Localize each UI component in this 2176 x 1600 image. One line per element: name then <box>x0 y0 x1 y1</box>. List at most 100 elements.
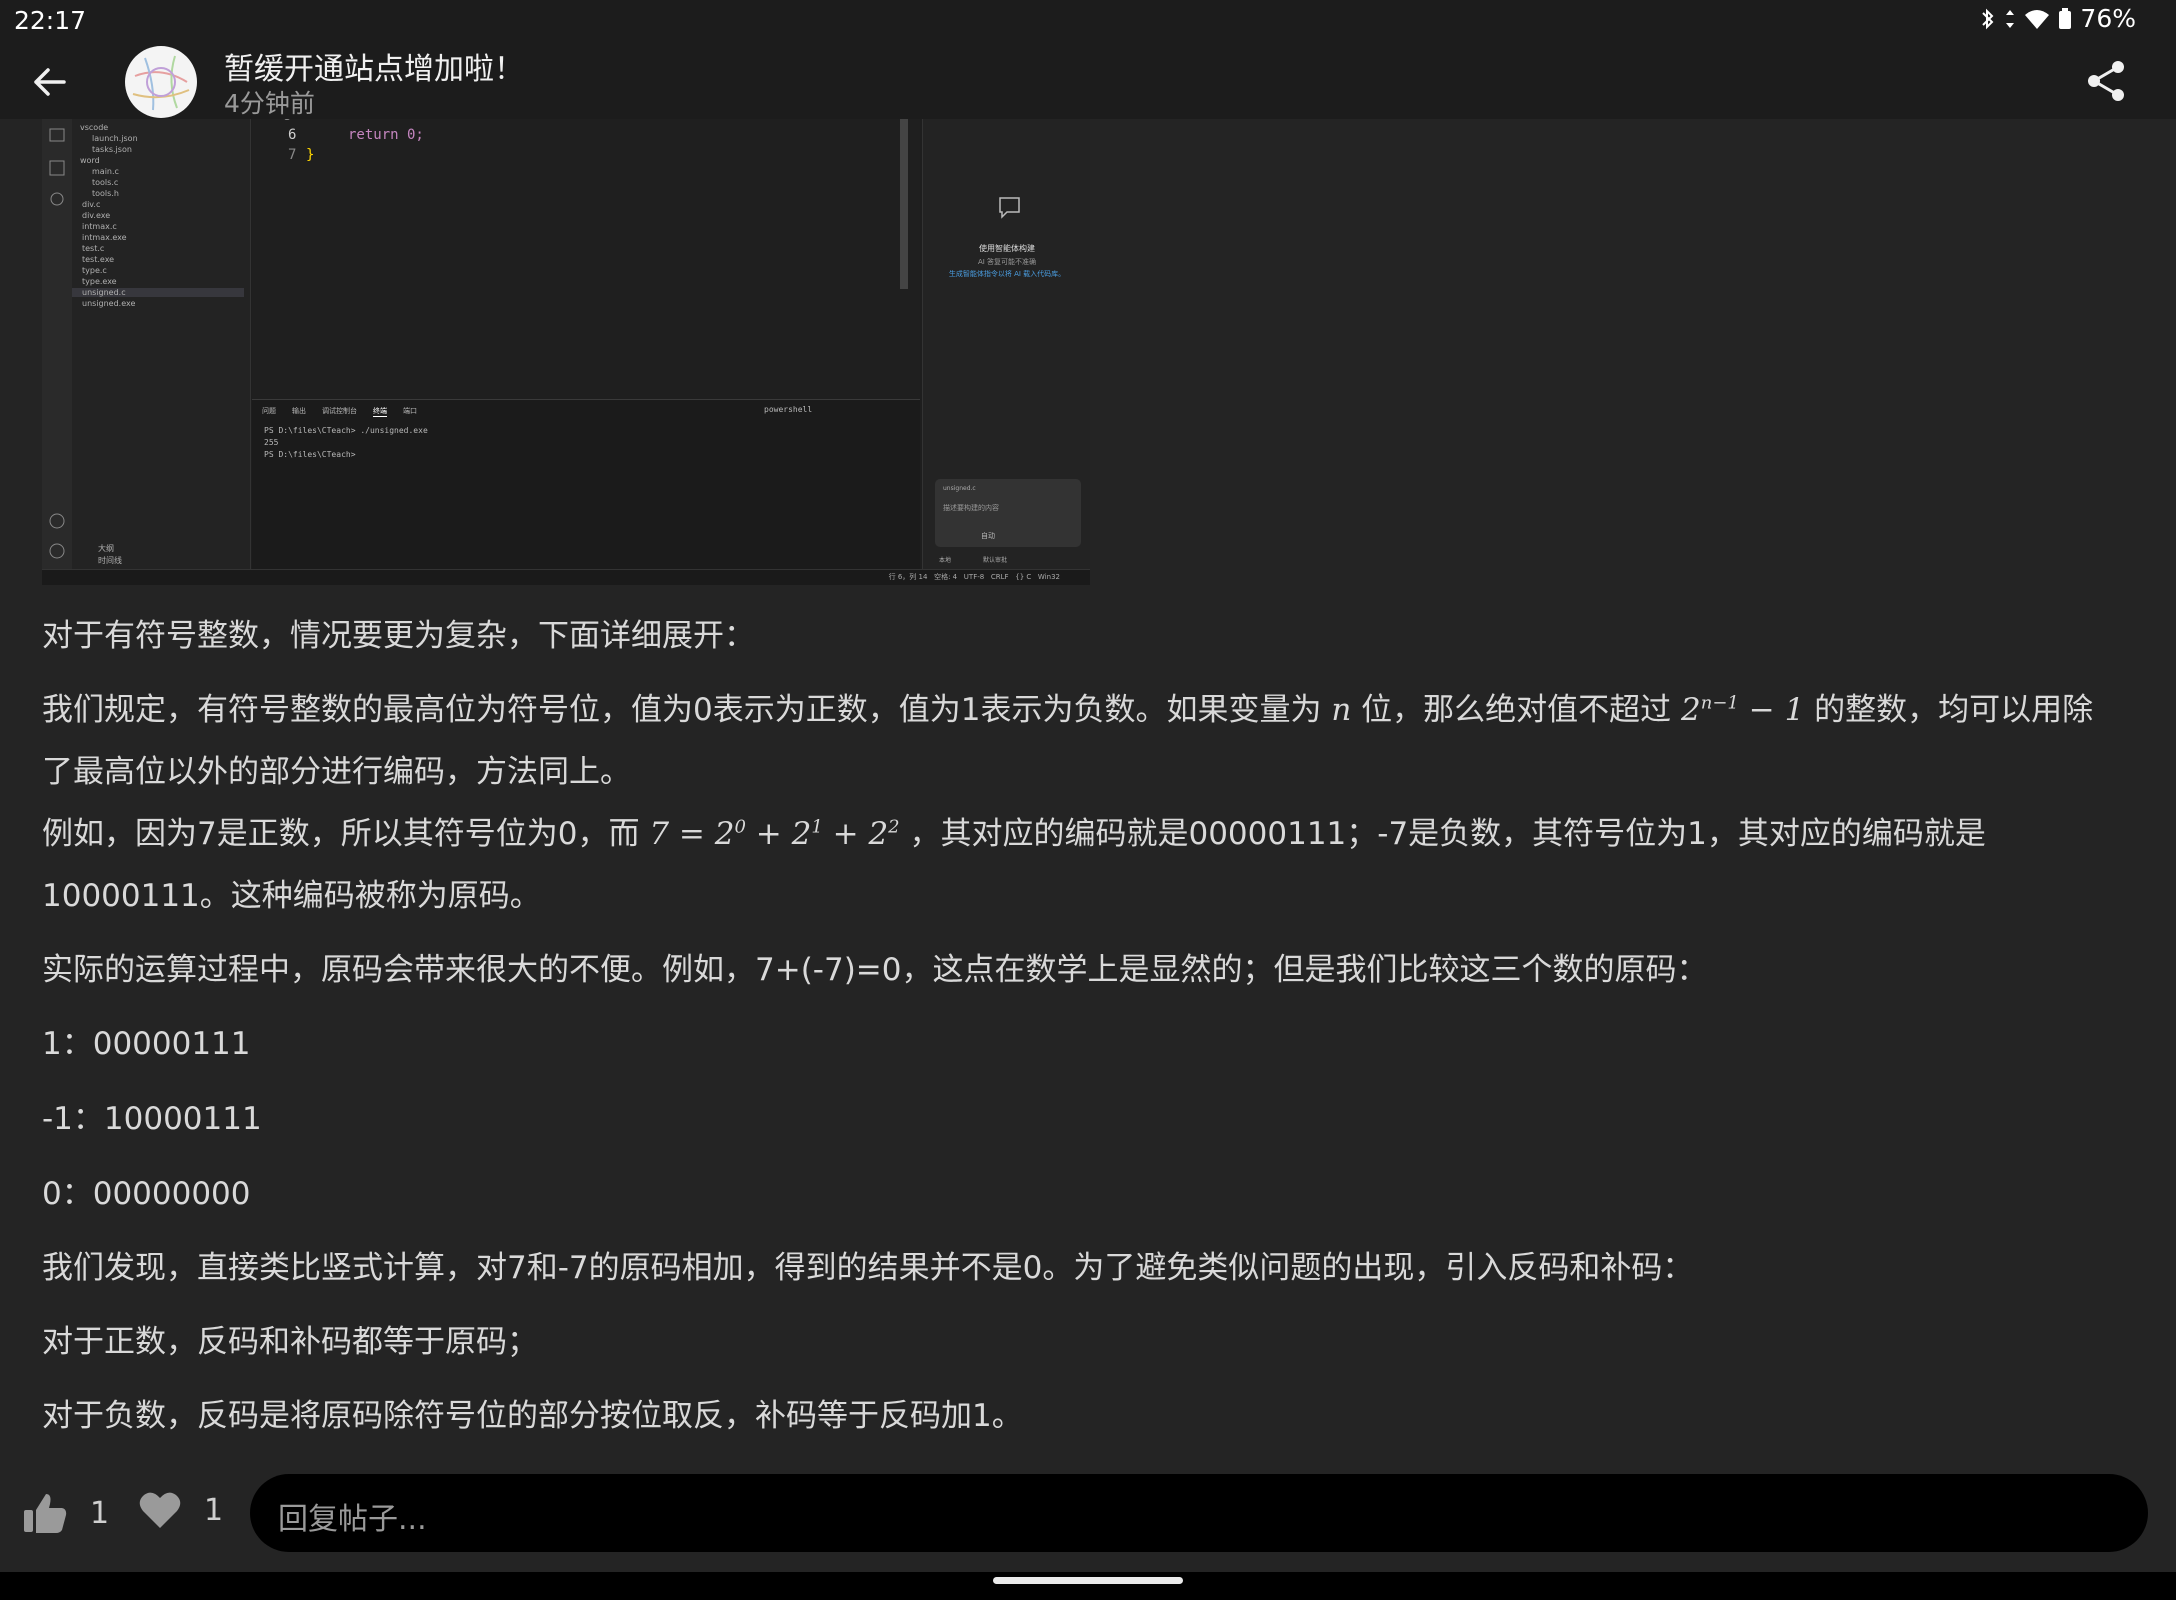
home-gesture-pill[interactable] <box>993 1577 1183 1584</box>
chat-mode[interactable]: 自动 <box>981 531 995 541</box>
chat-input-box[interactable]: unsigned.c 描述要构建的内容 自动 <box>935 479 1081 547</box>
explorer-file[interactable]: vscode <box>80 123 108 132</box>
math-exp: n−1 <box>1700 692 1739 714</box>
system-nav-bar <box>0 1572 2176 1600</box>
paragraph: 10000111。这种编码被称为原码。 <box>42 878 541 914</box>
like-count: 1 <box>90 1495 110 1531</box>
chat-pane: 使用智能体构建 AI 答复可能不准确 生成智能体指令以将 AI 载入代码库。 u… <box>922 119 1090 569</box>
activity-icons <box>49 128 65 559</box>
code-line-clipped: 5 <box>284 119 291 123</box>
explorer-file[interactable]: unsigned.exe <box>82 299 135 308</box>
paragraph: 例如，因为7是正数，所以其符号位为0，而 7 = 20 + 21 + 22 ，其… <box>42 808 1986 853</box>
explorer-file[interactable]: intmax.exe <box>82 233 127 242</box>
editor-status-line: 行 6，列 14 空格: 4 UTF-8 CRLF {} C Win32 <box>42 569 1090 585</box>
explorer-file[interactable]: unsigned.c <box>72 288 244 297</box>
terminal-shell[interactable]: powershell <box>764 405 812 414</box>
explorer-file[interactable]: intmax.c <box>82 222 117 231</box>
line-number: 6 <box>288 127 297 143</box>
share-button[interactable] <box>2084 58 2130 104</box>
math-expr: 2n−1 − 1 <box>1681 692 1804 728</box>
math-part: 7 = 2 <box>649 816 735 852</box>
reply-placeholder: 回复帖子... <box>278 1502 427 1537</box>
math-base: 2 <box>1681 692 1701 728</box>
reply-input[interactable]: 回复帖子... <box>250 1474 2148 1552</box>
explorer-file[interactable]: test.c <box>82 244 104 253</box>
favorite-count: 1 <box>204 1492 224 1528</box>
terminal-line: PS D:\files\CTeach> ./unsigned.exe <box>264 426 428 435</box>
editor-scrollbar[interactable] <box>900 119 908 289</box>
chat-title: 使用智能体构建 <box>979 244 1035 253</box>
terminal-tab[interactable]: 调试控制台 <box>322 406 357 417</box>
terminal-tab[interactable]: 端口 <box>403 406 417 417</box>
activity-bar <box>42 119 72 585</box>
text: ，其对应的编码就是00000111；-7是负数，其符号位为1，其对应的编码就是 <box>909 816 1986 852</box>
paragraph: 了最高位以外的部分进行编码，方法同上。 <box>42 754 631 790</box>
math-exp: 1 <box>811 816 823 838</box>
bluetooth-icon <box>1982 8 1994 29</box>
terminal-tabs: 问题 输出 调试控制台 终端 端口 <box>262 406 417 417</box>
text: 我们规定，有符号整数的最高位为符号位，值为0表示为正数，值为1表示为负数。如果变… <box>42 692 1322 728</box>
chat-option-local[interactable]: 本地 <box>939 555 951 564</box>
explorer-file[interactable]: main.c <box>92 167 119 176</box>
paragraph: 对于正数，反码和补码都等于原码； <box>42 1324 538 1360</box>
bottom-bar: 1 1 回复帖子... <box>0 1460 2176 1572</box>
avatar[interactable] <box>125 46 197 118</box>
math-tail: − 1 <box>1748 692 1805 728</box>
timeline-section: 时间线 <box>98 556 122 565</box>
explorer-file[interactable]: word <box>80 156 100 165</box>
explorer-file[interactable]: tools.h <box>92 189 119 198</box>
math-exp: 2 <box>888 816 900 838</box>
heart-icon <box>139 1492 181 1528</box>
share-icon <box>2088 61 2124 101</box>
explorer-file[interactable]: test.exe <box>82 255 114 264</box>
code-line-1: 1：00000111 <box>42 1026 251 1062</box>
like-button[interactable]: 1 <box>22 1490 109 1536</box>
app-bar: 暂缓开通站点增加啦！ 4分钟前 <box>0 44 2176 119</box>
explorer-file[interactable]: div.c <box>82 200 100 209</box>
outline-section: 大纲 <box>98 544 114 553</box>
math-exp: 0 <box>734 816 746 838</box>
wifi-icon <box>2025 9 2050 29</box>
battery-icon <box>2059 7 2072 29</box>
text: 位，那么绝对值不超过 <box>1361 692 1672 728</box>
text: 的整数，均可以用除 <box>1814 692 2094 728</box>
status-time: 22:17 <box>14 6 87 35</box>
paragraph: 对于负数，反码是将原码除符号位的部分按位取反，补码等于反码加1。 <box>42 1398 1023 1434</box>
chat-sub: AI 答复可能不准确 <box>977 258 1037 266</box>
chat-sparkle-icon <box>999 197 1020 219</box>
terminal-tab[interactable]: 输出 <box>292 406 306 417</box>
paragraph: 我们规定，有符号整数的最高位为符号位，值为0表示为正数，值为1表示为负数。如果变… <box>42 684 2093 729</box>
chat-link[interactable]: 生成智能体指令以将 AI 载入代码库。 <box>923 269 1090 279</box>
explorer-file[interactable]: tools.c <box>92 178 118 187</box>
post-title: 暂缓开通站点增加啦！ <box>224 52 524 87</box>
battery-level: 76% <box>2080 4 2136 33</box>
explorer-file[interactable]: launch.json <box>92 134 138 143</box>
explorer-file[interactable]: type.exe <box>82 277 117 286</box>
terminal-tab[interactable]: 终端 <box>373 406 387 417</box>
data-arrows-icon <box>2006 9 2015 28</box>
line-number: 7 <box>288 147 297 163</box>
text: 例如，因为7是正数，所以其符号位为0，而 <box>42 816 640 852</box>
arrow-back-icon <box>34 68 66 96</box>
math-var: n <box>1331 692 1352 728</box>
chat-file-chip[interactable]: unsigned.c <box>943 485 976 492</box>
paragraph: 对于有符号整数，情况要更为复杂，下面详细展开： <box>42 618 755 654</box>
metro-map-icon <box>132 55 190 111</box>
explorer-file[interactable]: tasks.json <box>92 145 132 154</box>
code-line-0: 0：00000000 <box>42 1176 251 1212</box>
thumbs-up-icon <box>24 1494 67 1533</box>
paragraph: 实际的运算过程中，原码会带来很大的不便。例如，7+(-7)=0，这点在数学上是显… <box>42 952 1708 988</box>
code-line-minus1: -1：10000111 <box>42 1101 262 1137</box>
back-button[interactable] <box>22 60 76 104</box>
chat-option-approval[interactable]: 默认审批 <box>983 555 1007 564</box>
code-editor: 5 6 return 0; 7 } <box>252 119 920 399</box>
terminal-line: 255 <box>264 438 279 447</box>
math-expr: 7 = 20 + 21 + 22 <box>649 816 899 852</box>
explorer-file[interactable]: type.c <box>82 266 107 275</box>
post-image[interactable]: vscode launch.json tasks.json word main.c too… <box>42 119 1090 585</box>
status-line-info: 行 6，列 14 空格: 4 UTF-8 CRLF {} C Win32 <box>888 573 1060 581</box>
terminal-tab[interactable]: 问题 <box>262 406 276 417</box>
explorer-file[interactable]: div.exe <box>82 211 110 220</box>
favorite-button[interactable]: 1 <box>138 1490 223 1530</box>
post-time: 4分钟前 <box>224 89 315 118</box>
